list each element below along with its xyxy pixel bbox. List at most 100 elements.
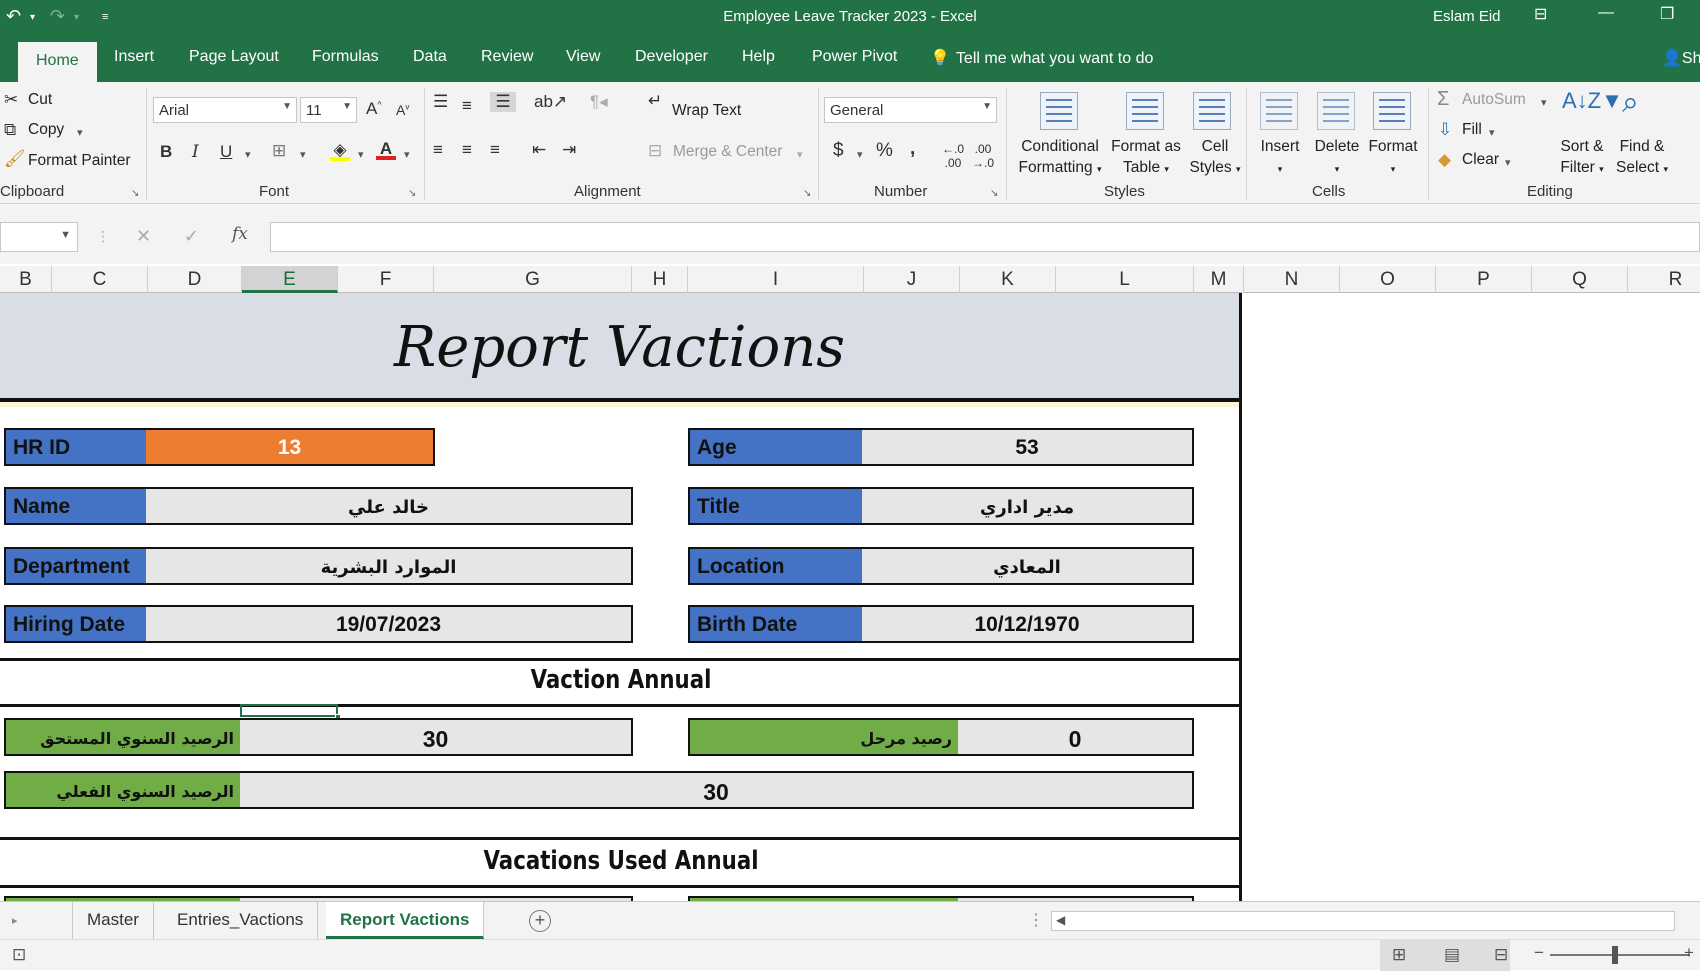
name-box[interactable]: ▼	[0, 222, 78, 252]
column-header-d[interactable]: D	[148, 266, 242, 293]
normal-view-icon[interactable]: ⊞	[1392, 945, 1406, 965]
macro-record-icon[interactable]: ⊡	[12, 945, 26, 965]
clear-dropdown-icon[interactable]: ▾	[1505, 156, 1511, 169]
number-launcher-icon[interactable]: ↘	[990, 188, 998, 199]
insert-function-icon[interactable]: fx	[232, 224, 248, 244]
carried-balance-cell[interactable]: 0	[958, 718, 1194, 756]
conditional-formatting-button[interactable]: Conditional Formatting ▾	[1012, 136, 1108, 180]
borders-icon[interactable]: ⊞	[272, 141, 286, 161]
italic-button[interactable]: I	[192, 142, 199, 162]
department-cell[interactable]: الموارد البشرية	[146, 547, 633, 585]
horizontal-scrollbar[interactable]: ◀	[1051, 911, 1675, 931]
tab-help[interactable]: Help	[742, 48, 775, 66]
fill-dropdown-icon[interactable]: ▾	[1489, 126, 1495, 139]
font-color-icon[interactable]: A	[376, 139, 396, 160]
birth-date-cell[interactable]: 10/12/1970	[862, 605, 1194, 643]
age-cell[interactable]: 53	[862, 428, 1194, 466]
insert-cells-button[interactable]: Insert ▾	[1252, 136, 1308, 180]
font-launcher-icon[interactable]: ↘	[408, 188, 416, 199]
sheet-tab-master[interactable]: Master	[72, 902, 154, 939]
align-middle-icon[interactable]: ≡	[462, 96, 472, 116]
column-header-p[interactable]: P	[1436, 266, 1532, 293]
copy-dropdown-icon[interactable]: ▾	[77, 126, 83, 139]
zoom-out-icon[interactable]: −	[1534, 943, 1544, 963]
orientation-icon[interactable]: ab↗	[534, 92, 567, 112]
underline-dropdown-icon[interactable]: ▾	[245, 148, 251, 161]
align-center-icon[interactable]: ≡	[462, 140, 472, 160]
location-cell[interactable]: المعادي	[862, 547, 1194, 585]
align-right-icon[interactable]: ≡	[490, 140, 500, 160]
hr-id-cell[interactable]: 13	[146, 428, 435, 466]
hiring-date-cell[interactable]: 19/07/2023	[146, 605, 633, 643]
column-header-m[interactable]: M	[1194, 266, 1244, 293]
increase-indent-icon[interactable]: ⇥	[562, 140, 576, 160]
previous-sheet-icon[interactable]: ▸	[12, 914, 18, 927]
font-size-select[interactable]: 11 ▼	[300, 97, 357, 123]
column-header-f[interactable]: F	[338, 266, 434, 293]
tell-me-search[interactable]: 💡 Tell me what you want to do	[930, 48, 1153, 68]
page-break-view-icon[interactable]: ⊟	[1494, 945, 1508, 965]
tab-developer[interactable]: Developer	[635, 48, 708, 66]
column-header-i[interactable]: I	[688, 266, 864, 293]
user-name[interactable]: Eslam Eid	[1433, 8, 1501, 25]
column-header-g[interactable]: G	[434, 266, 632, 293]
worksheet-grid[interactable]: Report Vactions HR ID 13 Age 53 Name خال…	[0, 293, 1700, 901]
font-name-select[interactable]: Arial ▼	[153, 97, 297, 123]
clear-button[interactable]: Clear	[1462, 151, 1499, 169]
comma-button[interactable]: ,	[910, 138, 915, 160]
align-top-icon[interactable]: ☰	[433, 92, 448, 112]
cancel-entry-icon[interactable]: ✕	[136, 226, 151, 247]
name-cell[interactable]: خالد علي	[146, 487, 633, 525]
alignment-launcher-icon[interactable]: ↘	[803, 188, 811, 199]
column-header-j[interactable]: J	[864, 266, 960, 293]
tab-view[interactable]: View	[566, 48, 600, 66]
zoom-in-icon[interactable]: +	[1684, 943, 1694, 963]
cut-button[interactable]: Cut	[28, 91, 52, 109]
fill-color-icon[interactable]: ◈	[330, 140, 350, 161]
find-select-button[interactable]: Find & Select ▾	[1612, 136, 1672, 180]
scroll-left-icon[interactable]: ◀	[1056, 913, 1065, 927]
annual-actual-cell[interactable]: 30	[240, 771, 1194, 809]
column-header-o[interactable]: O	[1340, 266, 1436, 293]
column-header-c[interactable]: C	[52, 266, 148, 293]
column-header-r[interactable]: R	[1628, 266, 1700, 293]
tab-review[interactable]: Review	[481, 48, 533, 66]
font-color-dropdown-icon[interactable]: ▾	[404, 148, 410, 161]
annual-due-cell[interactable]: 30	[240, 718, 633, 756]
cell-styles-button[interactable]: Cell Styles ▾	[1188, 136, 1242, 180]
format-as-table-button[interactable]: Format as Table ▾	[1106, 136, 1186, 180]
decrease-font-icon[interactable]: Av	[396, 102, 409, 118]
format-painter-button[interactable]: Format Painter	[28, 152, 131, 170]
borders-dropdown-icon[interactable]: ▾	[300, 148, 306, 161]
copy-button[interactable]: Copy	[28, 121, 64, 139]
column-header-l[interactable]: L	[1056, 266, 1194, 293]
tab-insert[interactable]: Insert	[114, 48, 154, 66]
percent-button[interactable]: %	[876, 140, 893, 162]
merge-center-button[interactable]: Merge & Center	[673, 143, 782, 161]
split-handle-icon[interactable]: ⋮	[1028, 910, 1044, 930]
decrease-indent-icon[interactable]: ⇤	[532, 140, 546, 160]
autosum-button[interactable]: AutoSum	[1462, 91, 1526, 109]
tab-formulas[interactable]: Formulas	[312, 48, 379, 66]
zoom-slider[interactable]	[1550, 954, 1690, 956]
fill-color-dropdown-icon[interactable]: ▾	[358, 148, 364, 161]
column-header-q[interactable]: Q	[1532, 266, 1628, 293]
sheet-tab-report-vactions[interactable]: Report Vactions	[326, 902, 485, 939]
increase-font-icon[interactable]: A^	[366, 99, 382, 119]
confirm-entry-icon[interactable]: ✓	[184, 226, 199, 247]
tab-page-layout[interactable]: Page Layout	[189, 48, 279, 66]
rtl-paragraph-icon[interactable]: ¶◂	[590, 92, 608, 112]
share-button[interactable]: 👤Sh	[1662, 48, 1700, 68]
increase-decimal-icon[interactable]: ←.0.00	[942, 142, 964, 170]
column-header-k[interactable]: K	[960, 266, 1056, 293]
sort-filter-button[interactable]: Sort & Filter ▾	[1556, 136, 1608, 180]
restore-icon[interactable]: ❐	[1660, 4, 1674, 24]
bold-button[interactable]: B	[160, 142, 172, 162]
format-cells-button[interactable]: Format ▾	[1365, 136, 1421, 180]
currency-dropdown-icon[interactable]: ▾	[857, 148, 863, 161]
merge-dropdown-icon[interactable]: ▾	[797, 148, 803, 161]
tab-power-pivot[interactable]: Power Pivot	[812, 48, 897, 66]
title-cell[interactable]: مدير اداري	[862, 487, 1194, 525]
tab-data[interactable]: Data	[413, 48, 447, 66]
minimize-icon[interactable]: —	[1598, 4, 1614, 22]
